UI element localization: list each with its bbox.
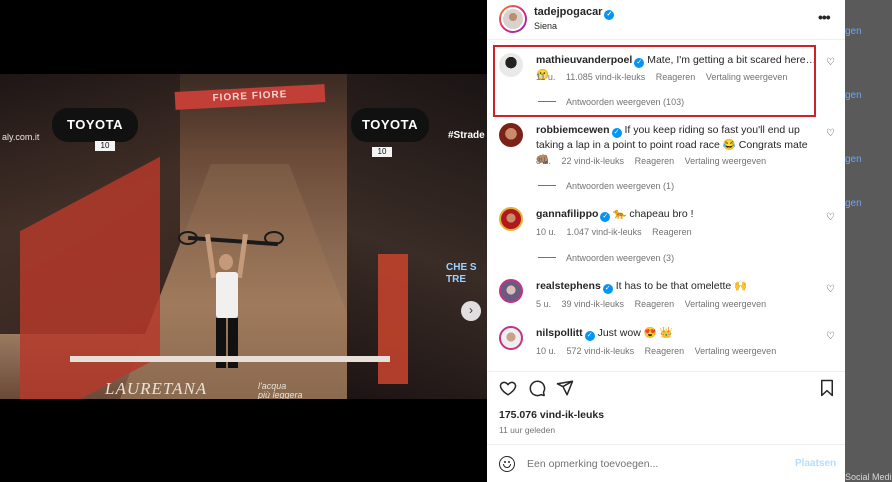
verified-icon: ✓ [604, 10, 615, 20]
more-options-icon[interactable]: ••• [818, 9, 831, 25]
comment-time: 10 u. [536, 346, 557, 356]
like-comment-icon[interactable]: ♡ [826, 332, 836, 342]
translate-button[interactable]: Vertaling weergeven [685, 299, 767, 309]
commenter-avatar[interactable] [499, 53, 523, 77]
comment-likes[interactable]: 1.047 vind-ik-leuks [567, 227, 642, 237]
background-footer-text: Social Media [845, 472, 892, 482]
author-username[interactable]: tadejpogacar ✓ [534, 6, 615, 20]
commenter-username[interactable]: realstephens [536, 280, 601, 292]
plate-right: 10 [372, 147, 392, 157]
comment-likes[interactable]: 39 vind-ik-leuks [562, 299, 625, 309]
background-link[interactable]: gen [845, 198, 862, 209]
background-page-strip: gen gen gen gen gen Social Media [845, 0, 892, 482]
banner-right [378, 254, 408, 384]
comment-text: gannafilippo ✓ 🐆 chapeau bro ! [536, 207, 821, 222]
background-link[interactable]: gen [845, 154, 862, 165]
comment-body: Just wow 😍 👑 [597, 327, 673, 339]
commenter-username[interactable]: gannafilippo [536, 208, 598, 220]
comment-meta: 5 u. 39 vind-ik-leuks Reageren Vertaling… [536, 299, 774, 309]
commenter-username[interactable]: mathieuvanderpoel [536, 54, 632, 66]
comment-likes[interactable]: 22 vind-ik-leuks [562, 156, 625, 166]
commenter-username[interactable]: robbiemcewen [536, 124, 610, 136]
like-comment-icon[interactable]: ♡ [826, 58, 836, 68]
post-timestamp: 11 uur geleden [499, 425, 556, 435]
sponsor-sign-right: TOYOTA [351, 108, 429, 142]
arch-banner: FIORE FIORE [174, 84, 326, 110]
commenter-avatar[interactable] [499, 207, 523, 231]
post-location[interactable]: Siena [534, 21, 557, 31]
comment-meta: 11 u. 11.085 vind-ik-leuks Reageren Vert… [536, 72, 795, 82]
share-icon[interactable] [556, 379, 574, 397]
emoji-icon[interactable] [499, 456, 515, 472]
view-replies-button[interactable]: Antwoorden weergeven (103) [538, 97, 684, 107]
post-comment-button[interactable]: Plaatsen [795, 458, 836, 469]
commenter-avatar[interactable] [499, 326, 523, 350]
comment-time: 5 u. [536, 299, 552, 309]
comment-input[interactable] [527, 456, 777, 472]
post-like-count[interactable]: 175.076 vind-ik-leuks [499, 409, 604, 421]
comment-meta: 8 u. 22 vind-ik-leuks Reageren Vertaling… [536, 156, 774, 166]
like-comment-icon[interactable]: ♡ [826, 213, 836, 223]
like-comment-icon[interactable]: ♡ [826, 129, 836, 139]
verified-icon: ✓ [584, 331, 595, 341]
comment-time: 8 u. [536, 156, 552, 166]
reply-button[interactable]: Reageren [652, 227, 692, 237]
comment-text: nilspollitt ✓ Just wow 😍 👑 [536, 326, 821, 341]
comment-meta: 10 u. 1.047 vind-ik-leuks Reageren [536, 227, 700, 237]
comment-time: 10 u. [536, 227, 557, 237]
author-avatar[interactable] [499, 5, 527, 33]
comment-icon[interactable] [528, 379, 546, 397]
sponsor-sign-left: TOYOTA [52, 108, 138, 142]
view-replies-button[interactable]: Antwoorden weergeven (3) [538, 253, 674, 263]
comment-likes[interactable]: 572 vind-ik-leuks [567, 346, 635, 356]
hashtag-sign: #Strade [448, 130, 485, 141]
comment-body: 🐆 chapeau bro ! [613, 208, 694, 220]
finish-line [70, 356, 390, 362]
reply-button[interactable]: Reageren [635, 156, 675, 166]
post-photo[interactable]: FIORE FIORE TOYOTA 10 TOYOTA 10 #Strade … [0, 74, 487, 399]
lauretana-tagline: l'acqua più leggera [258, 381, 303, 400]
verified-icon: ✓ [600, 212, 611, 222]
comment-likes[interactable]: 11.085 vind-ik-leuks [566, 72, 645, 82]
side-text: aly.com.it [2, 132, 40, 142]
verified-icon: ✓ [634, 58, 645, 68]
plate-left: 10 [95, 141, 115, 151]
verified-icon: ✓ [611, 128, 622, 138]
comment-text: realstephens ✓ It has to be that omelette… [536, 279, 821, 294]
post-panel: tadejpogacar ✓ Siena ••• mathieuvanderpoe… [487, 0, 845, 482]
bookmark-icon[interactable] [818, 379, 836, 397]
carousel-next-button[interactable]: › [461, 301, 481, 321]
comment-composer: Plaatsen [487, 444, 845, 482]
comment-time: 11 u. [536, 72, 556, 82]
reply-button[interactable]: Reageren [656, 72, 696, 82]
commenter-username[interactable]: nilspollitt [536, 327, 583, 339]
comment-body: It has to be that omelette 🙌 [615, 280, 748, 292]
translate-button[interactable]: Vertaling weergeven [695, 346, 777, 356]
translate-button[interactable]: Vertaling weergeven [706, 72, 788, 82]
background-link[interactable]: gen [845, 90, 862, 101]
commenter-avatar[interactable] [499, 123, 523, 147]
background-link[interactable]: gen [845, 26, 862, 37]
reply-button[interactable]: Reageren [645, 346, 685, 356]
comment-meta: 10 u. 572 vind-ik-leuks Reageren Vertali… [536, 346, 784, 356]
reply-button[interactable]: Reageren [635, 299, 675, 309]
like-comment-icon[interactable]: ♡ [826, 285, 836, 295]
like-icon[interactable] [499, 379, 517, 397]
view-replies-button[interactable]: Antwoorden weergeven (1) [538, 181, 674, 191]
verified-icon: ✓ [602, 284, 613, 294]
post-header: tadejpogacar ✓ Siena ••• [487, 0, 845, 40]
commenter-avatar[interactable] [499, 279, 523, 303]
translate-button[interactable]: Vertaling weergeven [685, 156, 767, 166]
side-sign: CHE S TRE [446, 262, 477, 285]
